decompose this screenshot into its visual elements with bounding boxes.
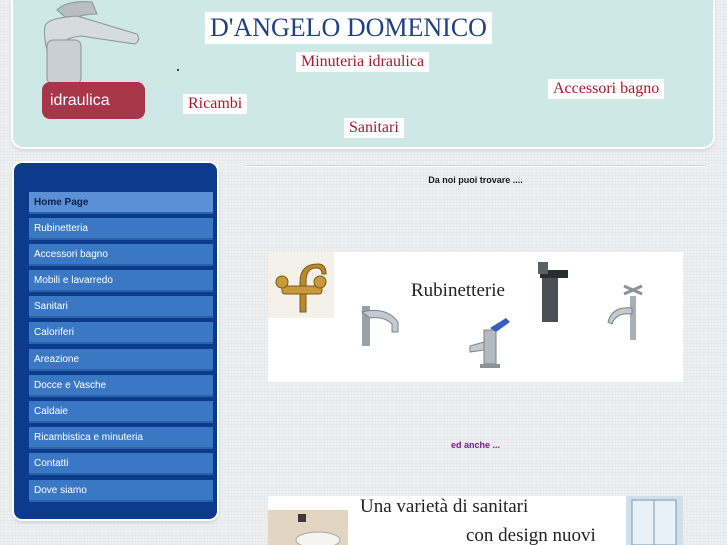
sidebar-item-docce-vasche[interactable]: Docce e Vasche — [29, 375, 213, 397]
banner-title: Rubinetterie — [411, 280, 505, 301]
shower-cabin-icon — [626, 496, 683, 545]
content-divider — [245, 165, 706, 167]
sidebar-item-ricambistica[interactable]: Ricambistica e minuteria — [29, 427, 213, 449]
logo-badge: idraulica — [42, 82, 145, 119]
rubinetterie-banner[interactable]: Rubinetterie — [268, 252, 683, 382]
mixer-faucet-icon — [469, 318, 510, 368]
gold-faucet-icon — [268, 252, 334, 318]
sidebar-item-mobili[interactable]: Mobili e lavarredo — [29, 270, 213, 292]
tagline-accessori: Accessori bagno — [548, 79, 665, 99]
tagline-ricambi: Ricambi — [183, 94, 248, 114]
sidebar-item-home[interactable]: Home Page — [29, 192, 213, 214]
banner2-line2: con design nuovi — [466, 525, 596, 545]
bidet-faucet-icon — [538, 262, 568, 322]
banner2-line1: Una varietà di sanitari — [360, 496, 529, 517]
sidebar-nav: Home Page Rubinetteria Accessori bagno M… — [14, 163, 217, 519]
site-header: idraulica D'ANGELO DOMENICO Minuteria id… — [13, 0, 713, 147]
sidebar-item-dove-siamo[interactable]: Dove siamo — [29, 480, 213, 502]
tagline-sanitari: Sanitari — [344, 118, 404, 138]
sidebar-item-caloriferi[interactable]: Caloriferi — [29, 322, 213, 344]
chrome-faucet-icon — [360, 306, 399, 346]
intro-text: Da noi puoi trovare .... — [428, 175, 523, 185]
sidebar-item-caldaie[interactable]: Caldaie — [29, 401, 213, 423]
site-title: D'ANGELO DOMENICO — [205, 12, 492, 44]
also-text: ed anche ... — [450, 440, 501, 450]
tagline-minuteria: Minuteria idraulica — [296, 52, 430, 72]
bathroom-scene-icon — [268, 510, 348, 545]
decorative-dot — [177, 69, 179, 71]
sidebar-item-rubinetteria[interactable]: Rubinetteria — [29, 218, 213, 240]
sidebar-item-areazione[interactable]: Areazione — [29, 349, 213, 371]
sanitari-banner[interactable]: Una varietà di sanitari con design nuovi — [268, 496, 683, 545]
sidebar-item-contatti[interactable]: Contatti — [29, 453, 213, 475]
sidebar-item-sanitari[interactable]: Sanitari — [29, 296, 213, 318]
cross-faucet-icon — [607, 284, 643, 340]
sidebar-item-accessori-bagno[interactable]: Accessori bagno — [29, 244, 213, 266]
